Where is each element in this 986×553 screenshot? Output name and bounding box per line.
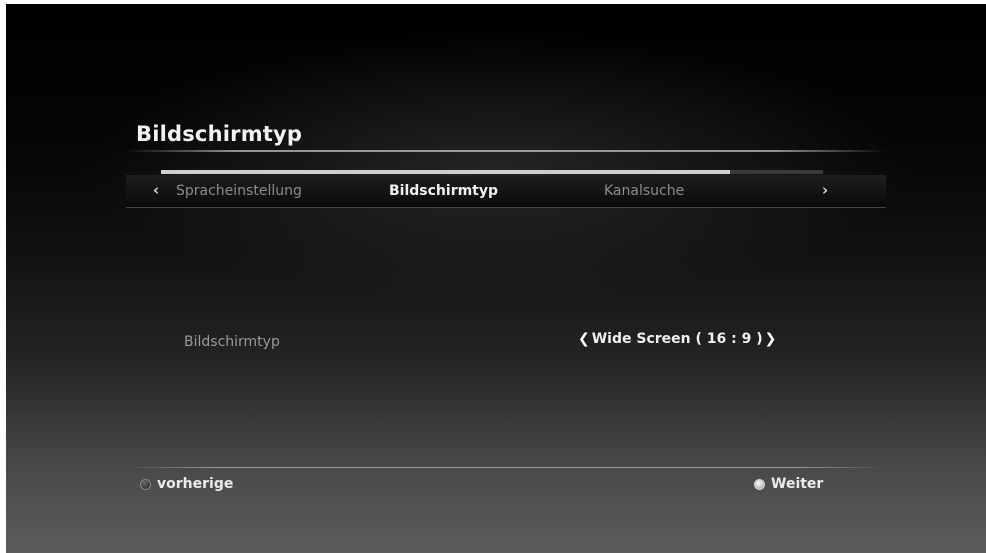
wizard-progress-fill — [161, 170, 731, 174]
dark-round-button-icon — [140, 478, 151, 490]
next-button[interactable]: Weiter — [754, 476, 823, 492]
step-bildschirmtyp[interactable]: Bildschirmtyp — [389, 183, 498, 199]
title-divider — [126, 150, 886, 152]
wizard-steps-bar: ‹ Spracheinstellung Bildschirmtyp Kanals… — [126, 175, 886, 208]
screen-type-value[interactable]: Wide Screen ( 16 : 9 ) — [592, 331, 763, 347]
step-spracheinstellung[interactable]: Spracheinstellung — [176, 183, 302, 199]
footer-divider — [126, 467, 886, 468]
chevron-right-icon[interactable]: ❯ — [765, 331, 777, 347]
page-title: Bildschirmtyp — [136, 122, 303, 146]
setting-label: Bildschirmtyp — [184, 334, 280, 350]
previous-button-label: vorherige — [157, 476, 234, 492]
chevron-left-icon[interactable]: ❮ — [578, 331, 590, 347]
screen-type-selector[interactable]: ❮ Wide Screen ( 16 : 9 ) ❯ — [578, 331, 776, 347]
step-next-arrow-icon[interactable]: › — [822, 181, 828, 199]
setup-wizard-screen: Bildschirmtyp ‹ Spracheinstellung Bildsc… — [6, 4, 986, 553]
wizard-progress-bar — [161, 170, 823, 174]
previous-button[interactable]: vorherige — [140, 476, 233, 492]
next-button-label: Weiter — [771, 476, 824, 492]
step-kanalsuche[interactable]: Kanalsuche — [604, 183, 684, 199]
step-prev-arrow-icon[interactable]: ‹ — [153, 181, 159, 199]
light-round-button-icon — [754, 478, 765, 490]
